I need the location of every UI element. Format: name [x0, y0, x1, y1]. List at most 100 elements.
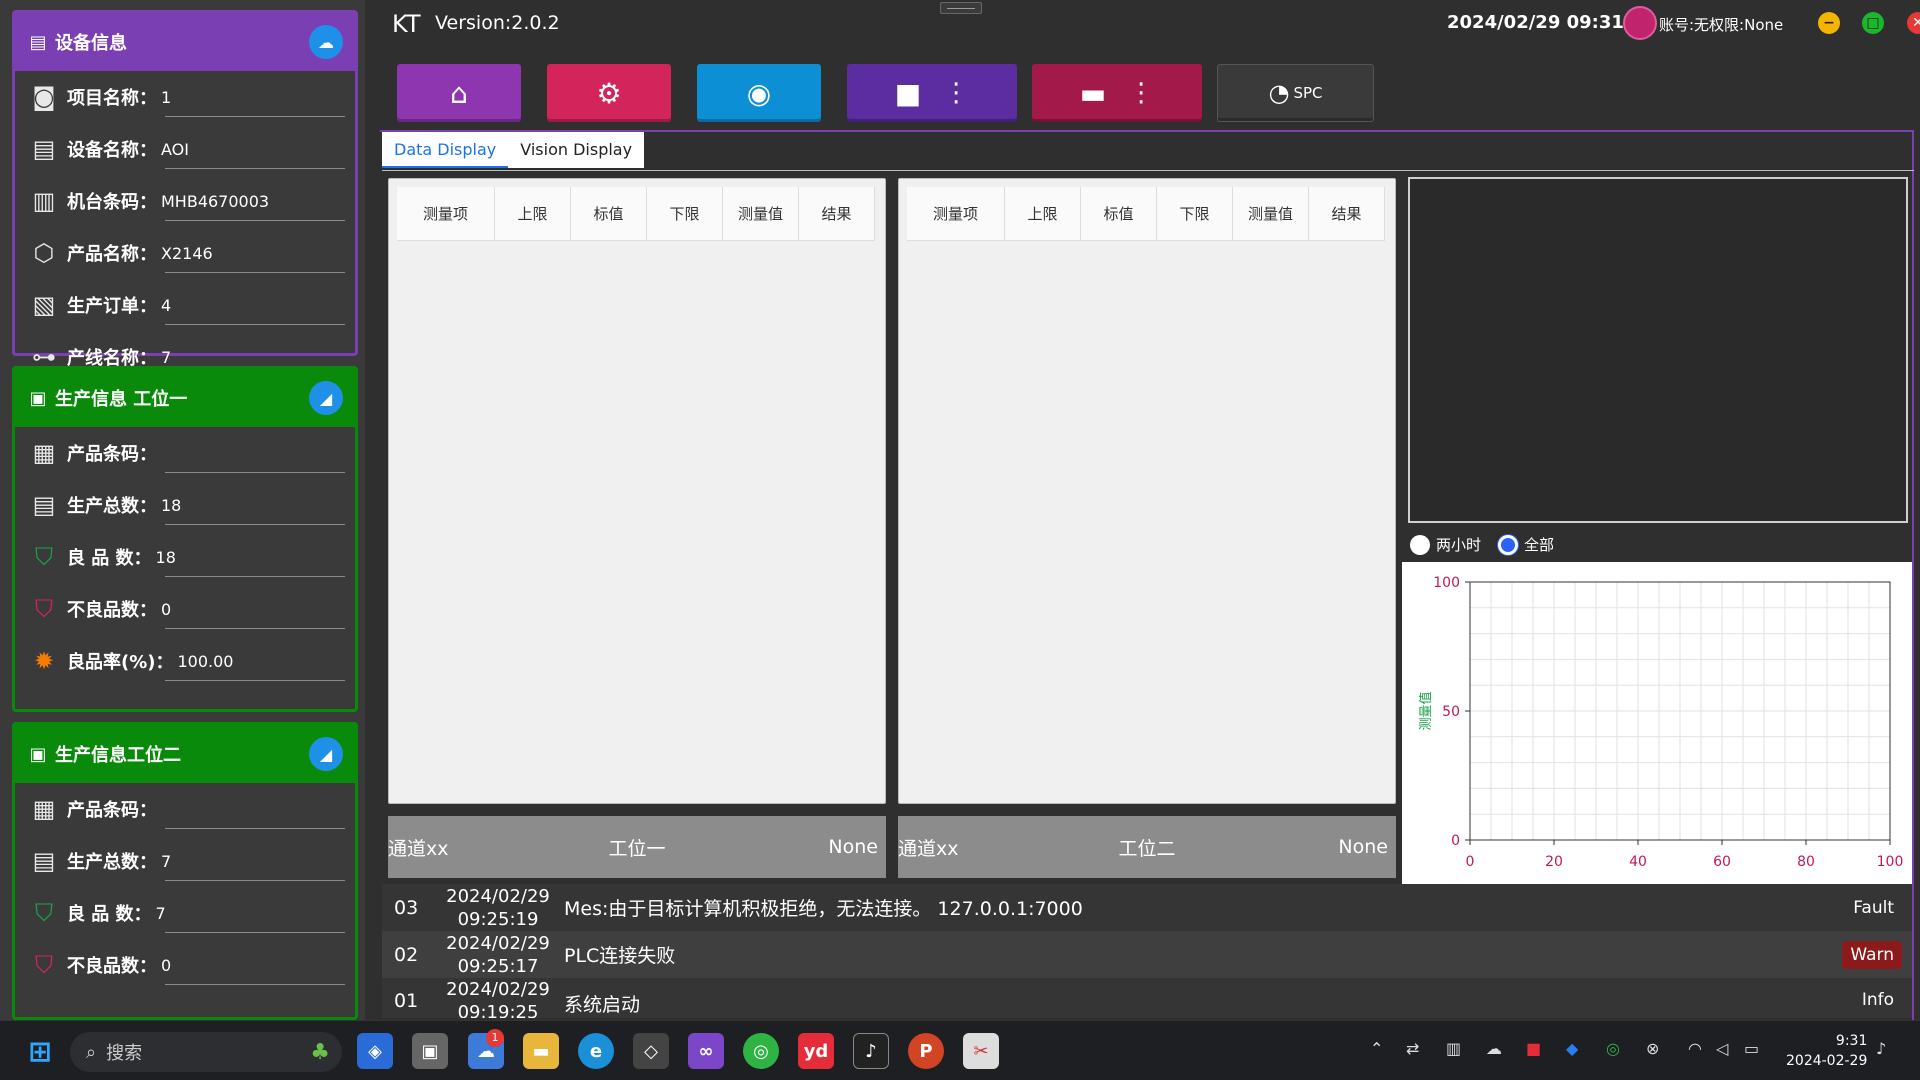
cloud-upload-button[interactable]: ☁ — [309, 25, 343, 59]
log-message: 系统启动 — [564, 994, 641, 1016]
clipboard-icon: ▤ — [32, 491, 56, 519]
log-time: 2024/02/29 09:25:19 — [446, 885, 550, 930]
col-lower[interactable]: 下限 — [647, 187, 723, 241]
app-version: Version:2.0.2 — [435, 12, 560, 34]
station1-state: None — [828, 836, 878, 858]
toolbox-button[interactable]: ▬ ⋮ — [1032, 64, 1202, 122]
search-placeholder: 搜索 — [106, 1043, 143, 1064]
log-row[interactable]: 01 2024/02/29 09:19:25 系统启动 Info — [382, 978, 1912, 1018]
spc-button[interactable]: ◔ SPC — [1217, 64, 1374, 122]
xbox-tray-icon[interactable]: ⊗ — [1646, 1039, 1659, 1058]
log-row[interactable]: 03 2024/02/29 09:25:19 Mes:由于目标计算机积极拒绝，无法… — [382, 884, 1912, 931]
col-upper[interactable]: 上限 — [495, 187, 571, 241]
clock-time: 9:31 — [1835, 1033, 1868, 1049]
radio-all-label: 全部 — [1524, 536, 1555, 554]
qr-icon: ▦ — [32, 795, 56, 823]
tab-vision-display[interactable]: Vision Display — [508, 132, 645, 168]
document-icon: ▤ — [29, 31, 47, 53]
col-measured[interactable]: 测量值 — [723, 187, 799, 241]
file-explorer-icon[interactable]: ▬ — [523, 1033, 559, 1069]
snipping-tool-icon[interactable]: ✂ — [963, 1033, 999, 1069]
camera-image-view[interactable] — [1408, 177, 1908, 523]
prod1-title: 生产信息 工位一 — [55, 389, 188, 410]
windows-start-icon[interactable]: ⊞ — [22, 1033, 58, 1069]
notification-badge: 1 — [486, 1029, 504, 1047]
radio-off-icon — [1410, 534, 1430, 555]
bluetooth-tray-icon[interactable]: ◆ — [1566, 1039, 1578, 1058]
table-header: 测量项 上限 标值 下限 测量值 结果 — [907, 187, 1387, 241]
clear-button[interactable]: ◢ — [309, 737, 343, 771]
spc-label: SPC — [1293, 84, 1323, 102]
vision-button[interactable]: ◉ — [697, 64, 821, 122]
copilot-icon[interactable]: ◈ — [357, 1033, 393, 1069]
onedrive-icon[interactable]: ☁ — [1486, 1039, 1502, 1058]
tray-app-icon[interactable]: ⇄ — [1406, 1039, 1419, 1058]
maximize-button[interactable]: □ — [1862, 12, 1884, 34]
drag-handle[interactable] — [940, 2, 982, 14]
youdao-icon[interactable]: yd — [798, 1033, 834, 1069]
prod1-row-total: ▤ 生产总数： 18 — [15, 479, 355, 531]
prod2-card: ▣ 生产信息工位二 ◢ ▦ 产品条码： ▤ 生产总数： 7 ⛉ 良 品 数： 7 ⛉ 不良品… — [12, 722, 358, 1020]
visual-studio-icon[interactable]: ∞ — [688, 1033, 724, 1069]
col-item[interactable]: 测量项 — [907, 187, 1005, 241]
powerpoint-icon[interactable]: P — [908, 1033, 944, 1069]
notification-bell-icon[interactable]: ♪ — [1876, 1039, 1886, 1058]
prod1-row-bad: ⛉ 不良品数： 0 — [15, 583, 355, 635]
search-box[interactable]: ⌕ 搜索 ♣ — [70, 1032, 342, 1072]
col-result[interactable]: 结果 — [799, 187, 875, 241]
order-icon: ▧ — [32, 291, 56, 319]
station2-table: 测量项 上限 标值 下限 测量值 结果 — [898, 178, 1396, 804]
project-icon: ◙ — [32, 83, 56, 111]
battery-icon[interactable]: ▭ — [1744, 1039, 1759, 1058]
home-button[interactable]: ⌂ — [397, 64, 521, 122]
unity-icon[interactable]: ◇ — [633, 1033, 669, 1069]
log-list: 03 2024/02/29 09:25:19 Mes:由于目标计算机积极拒绝，无法… — [382, 884, 1912, 1018]
toolbox-icon: ▬ — [1079, 76, 1107, 110]
log-id: 01 — [394, 990, 419, 1012]
radio-two-hours[interactable]: 两小时 — [1410, 534, 1481, 555]
log-id: 02 — [394, 943, 419, 966]
clear-button[interactable]: ◢ — [309, 381, 343, 415]
tray-meter-icon[interactable]: ▥ — [1446, 1039, 1461, 1058]
wechat-icon[interactable]: ◎ — [743, 1033, 779, 1069]
y-tick-label: 50 — [1442, 704, 1460, 720]
station2-name: 工位二 — [1118, 837, 1176, 860]
minimize-button[interactable]: − — [1818, 12, 1840, 34]
settings-button[interactable]: ⚙ — [547, 64, 671, 122]
col-nominal[interactable]: 标值 — [571, 187, 647, 241]
col-nominal[interactable]: 标值 — [1081, 187, 1157, 241]
taskview-icon[interactable]: ▣ — [412, 1033, 448, 1069]
system-clock[interactable]: 9:31 2024-02-29 — [1786, 1031, 1867, 1071]
station1-name: 工位一 — [608, 837, 666, 860]
close-button[interactable]: ✕ — [1907, 12, 1920, 34]
printer-icon: ▣ — [29, 743, 47, 765]
x-tick-label: 80 — [1797, 854, 1815, 870]
edge-icon[interactable]: e — [578, 1033, 614, 1069]
radio-all[interactable]: 全部 — [1498, 534, 1554, 555]
col-item[interactable]: 测量项 — [397, 187, 495, 241]
tab-data-display[interactable]: Data Display — [382, 132, 509, 168]
x-tick-label: 20 — [1545, 854, 1563, 870]
gauge-icon: ◔ — [1268, 79, 1290, 107]
wechat-tray-icon[interactable]: ◎ — [1606, 1039, 1620, 1058]
col-measured[interactable]: 测量值 — [1233, 187, 1309, 241]
col-result[interactable]: 结果 — [1309, 187, 1385, 241]
log-row[interactable]: 02 2024/02/29 09:25:17 PLC连接失败 Warn — [382, 931, 1912, 978]
log-id: 03 — [394, 896, 419, 919]
eye-icon: ◉ — [746, 76, 772, 110]
barcode-icon: ▥ — [32, 187, 56, 215]
col-upper[interactable]: 上限 — [1005, 187, 1081, 241]
radio-on-icon — [1498, 534, 1518, 555]
station1-status: 通道xx 工位一 None — [388, 816, 886, 878]
taskbar: ⊞ ⌕ 搜索 ♣ ◈ ▣ ☁ 1 ▬ e ◇ ∞ ◎ yd ♪ P ✂ ⌃ ⇄ … — [0, 1020, 1920, 1080]
volume-icon[interactable]: ◁ — [1716, 1039, 1728, 1058]
shield-x-icon: ⛉ — [35, 951, 53, 979]
user-avatar-icon[interactable] — [1623, 6, 1657, 40]
chevron-up-icon[interactable]: ⌃ — [1370, 1039, 1383, 1058]
tiktok-icon[interactable]: ♪ — [853, 1033, 889, 1069]
camera-button[interactable]: ■ ⋮ — [847, 64, 1017, 122]
x-tick-label: 0 — [1466, 854, 1475, 870]
youdao-tray-icon[interactable]: ■ — [1526, 1039, 1541, 1058]
col-lower[interactable]: 下限 — [1157, 187, 1233, 241]
wifi-icon[interactable]: ◠ — [1688, 1039, 1702, 1058]
